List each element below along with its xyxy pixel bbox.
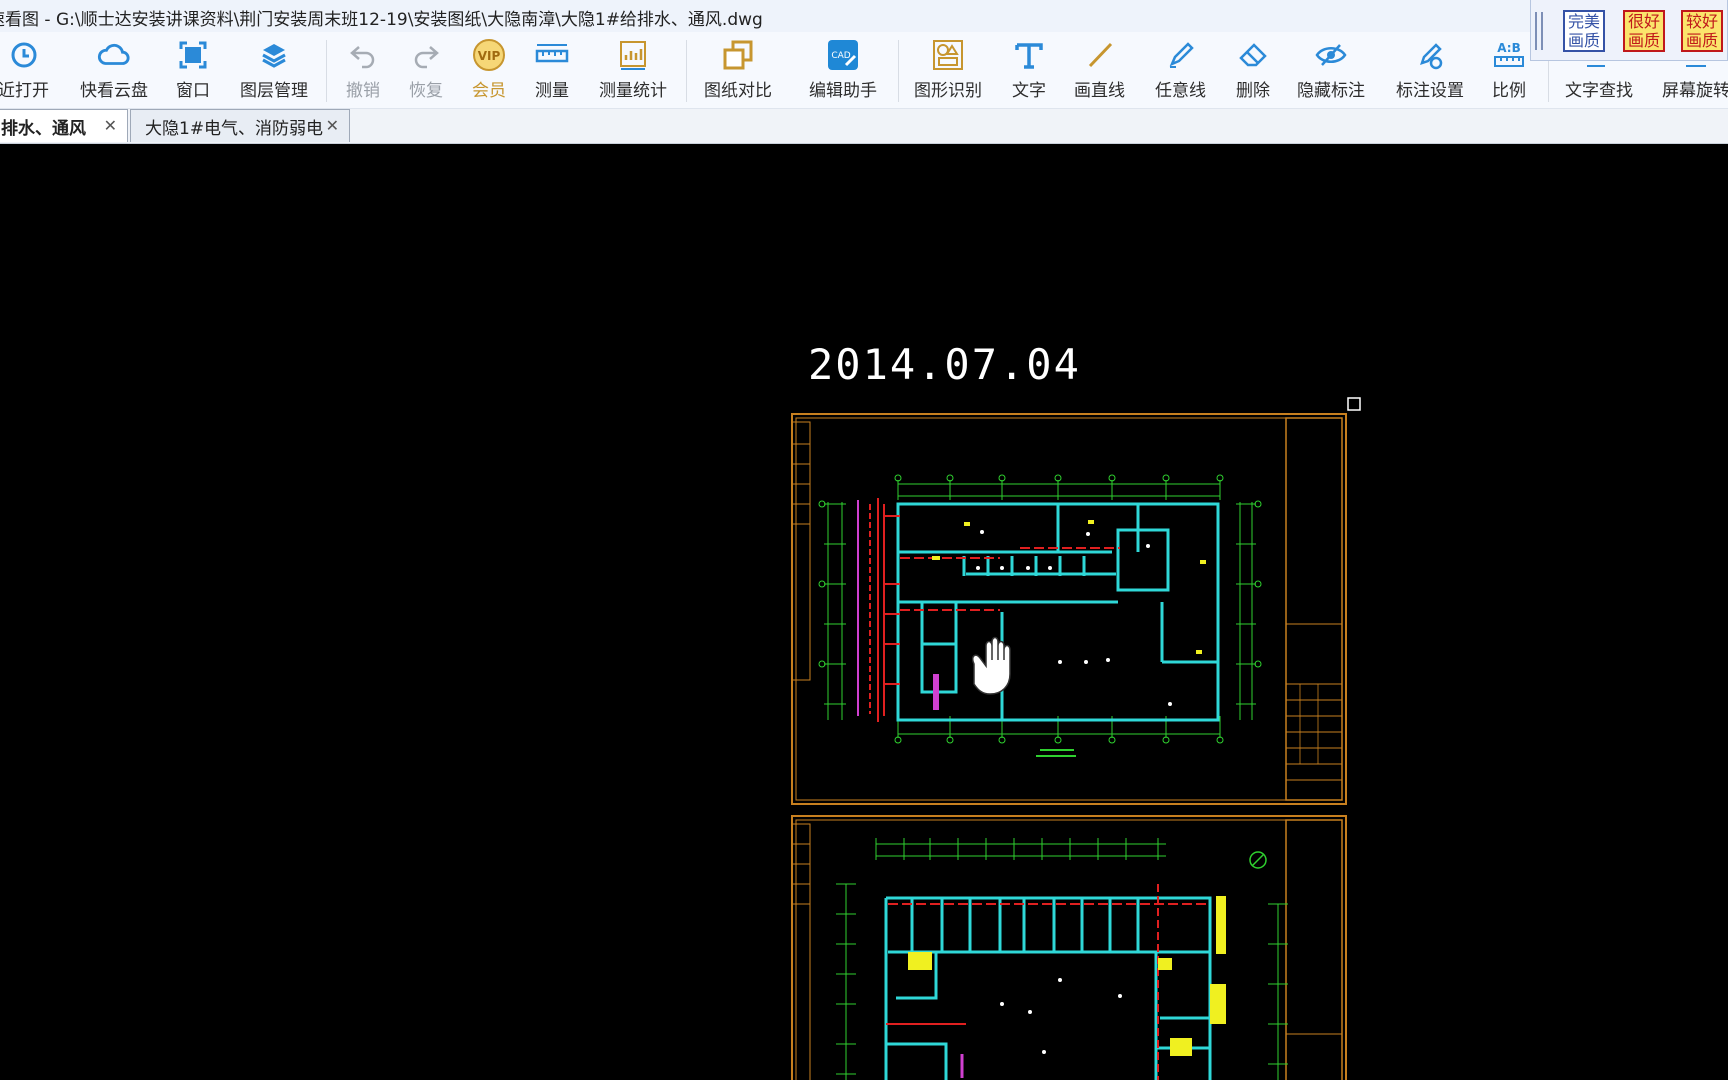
text-search-label: 文字查找 — [1565, 81, 1633, 101]
freehand-line-button[interactable]: 任意线 — [1155, 38, 1206, 104]
window-label: 窗口 — [176, 81, 210, 101]
window-title: 速看图 - G:\顺士达安装讲课资料\荆门安装周末班12-19\安装图纸\大隐南… — [0, 10, 763, 30]
quality-good-button[interactable]: 较好画质 — [1681, 10, 1723, 52]
text-label: 文字 — [1012, 81, 1046, 101]
drawing-compare-button[interactable]: 图纸对比 — [704, 38, 772, 104]
drawing-compare-label: 图纸对比 — [704, 81, 772, 101]
shape-recognition-button[interactable]: 图形识别 — [914, 38, 982, 104]
selection-grip[interactable] — [1347, 397, 1361, 411]
shape-recognition-label: 图形识别 — [914, 81, 982, 101]
undo-button[interactable]: 撤销 — [346, 38, 380, 104]
delete-label: 删除 — [1236, 81, 1270, 101]
recent-open-button[interactable]: 近打开 — [0, 38, 49, 104]
close-icon[interactable]: ✕ — [104, 116, 117, 135]
quality-perfect-label: 完美画质 — [1567, 12, 1600, 50]
compare-icon — [721, 38, 755, 72]
pen-icon — [1164, 38, 1198, 72]
scale-button[interactable]: A:B 比例 — [1492, 38, 1526, 104]
main-toolbar: 近打开 快看云盘 窗口 图层管理 撤销 恢复 VIP 会员 测量 测量统计 图纸… — [0, 32, 1728, 109]
window-frame-icon — [176, 38, 210, 72]
hide-marks-button[interactable]: 隐藏标注 — [1297, 38, 1365, 104]
mark-settings-icon — [1413, 38, 1447, 72]
tab-plumbing-ventilation[interactable]: 排水、通风 ✕ — [0, 109, 128, 142]
quality-very-good-label: 很好画质 — [1627, 12, 1660, 50]
layer-manager-button[interactable]: 图层管理 — [240, 38, 308, 104]
measure-stats-button[interactable]: 测量统计 — [599, 38, 667, 104]
window-button[interactable]: 窗口 — [176, 38, 210, 104]
freehand-line-label: 任意线 — [1155, 81, 1206, 101]
quality-perfect-button[interactable]: 完美画质 — [1563, 10, 1605, 52]
delete-button[interactable]: 删除 — [1236, 38, 1270, 104]
undo-icon — [346, 38, 380, 72]
text-button[interactable]: 文字 — [1012, 38, 1046, 104]
svg-text:VIP: VIP — [478, 49, 501, 63]
vip-label: 会员 — [472, 81, 506, 101]
drawing-sheet-2 — [791, 815, 1347, 1080]
scale-label: 比例 — [1492, 81, 1526, 101]
measure-button[interactable]: 测量 — [535, 38, 569, 104]
redo-button[interactable]: 恢复 — [409, 38, 443, 104]
line-icon — [1083, 38, 1117, 72]
close-icon[interactable]: ✕ — [326, 116, 339, 135]
toolbar-separator — [326, 40, 327, 102]
text-icon — [1012, 38, 1046, 72]
edit-assistant-label: 编辑助手 — [809, 81, 877, 101]
tab-electrical-fire-label: 大隐1#电气、消防弱电 — [145, 118, 324, 139]
redo-label: 恢复 — [409, 81, 443, 101]
title-bar: 速看图 - G:\顺士达安装讲课资料\荆门安装周末班12-19\安装图纸\大隐南… — [0, 0, 1728, 33]
ruler-icon — [535, 38, 569, 72]
tab-plumbing-ventilation-label: 排水、通风 — [1, 118, 86, 139]
layers-icon — [257, 38, 291, 72]
cloud-drive-label: 快看云盘 — [80, 81, 148, 101]
quality-very-good-button[interactable]: 很好画质 — [1623, 10, 1665, 52]
vip-button[interactable]: VIP 会员 — [472, 38, 506, 104]
svg-text:A:B: A:B — [1497, 41, 1520, 55]
redo-icon — [409, 38, 443, 72]
cloud-drive-button[interactable]: 快看云盘 — [80, 38, 148, 104]
eye-icon — [1314, 38, 1348, 72]
recent-open-label: 近打开 — [0, 81, 49, 101]
toolbar-separator — [686, 40, 687, 102]
edit-assistant-button[interactable]: CAD 编辑助手 — [809, 38, 877, 104]
drawing-sheet-1 — [791, 413, 1347, 805]
cloud-icon — [97, 38, 131, 72]
toolbar-separator — [898, 40, 899, 102]
draw-line-button[interactable]: 画直线 — [1074, 38, 1125, 104]
measure-label: 测量 — [535, 81, 569, 101]
eraser-icon — [1236, 38, 1270, 72]
cad-edit-icon: CAD — [826, 38, 860, 72]
vip-icon: VIP — [472, 38, 506, 72]
undo-label: 撤销 — [346, 81, 380, 101]
tab-electrical-fire[interactable]: 大隐1#电气、消防弱电 ✕ — [130, 109, 350, 142]
mark-settings-button[interactable]: 标注设置 — [1396, 38, 1464, 104]
drawing-canvas[interactable]: 2014.07.04 — [0, 144, 1728, 1080]
hand-cursor-icon — [971, 636, 1011, 695]
cad-drawing — [791, 397, 1361, 1080]
mark-settings-label: 标注设置 — [1396, 81, 1464, 101]
layer-manager-label: 图层管理 — [240, 81, 308, 101]
panel-drag-handle[interactable] — [1535, 12, 1543, 50]
quality-good-label: 较好画质 — [1685, 12, 1718, 50]
hide-marks-label: 隐藏标注 — [1297, 81, 1365, 101]
measure-stats-icon — [616, 38, 650, 72]
scale-icon: A:B — [1492, 38, 1526, 72]
shape-recognition-icon — [931, 38, 965, 72]
measure-stats-label: 测量统计 — [599, 81, 667, 101]
rotate-screen-label: 屏幕旋转 — [1662, 81, 1728, 101]
document-tab-bar: 排水、通风 ✕ 大隐1#电气、消防弱电 ✕ — [0, 109, 1728, 144]
clock-icon — [7, 38, 41, 72]
svg-text:CAD: CAD — [831, 51, 850, 61]
draw-line-label: 画直线 — [1074, 81, 1125, 101]
quality-panel: 完美画质 很好画质 较好画质 — [1530, 0, 1728, 61]
